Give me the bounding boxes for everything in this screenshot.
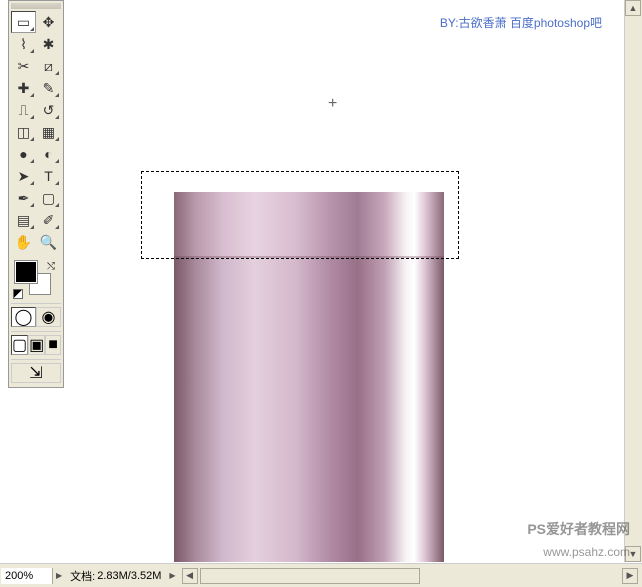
lasso-tool[interactable]: ⌇ [11,33,36,55]
jump-row: ⇲ [11,359,61,383]
jump-to-button[interactable]: ⇲ [11,363,61,383]
blur-tool[interactable]: ● [11,143,36,165]
path-select-tool[interactable]: ➤ [11,165,36,187]
eyedropper-tool[interactable]: ✐ [36,209,61,231]
gradient-tool[interactable]: ▦ [36,121,61,143]
stamp-tool[interactable]: ⎍ [11,99,36,121]
status-menu-right-icon[interactable]: ▶ [167,571,177,580]
doc-value: 2.83M/3.52M [97,570,161,582]
screen-standard-button[interactable]: ▢ [11,335,28,355]
hand-tool[interactable]: ✋ [11,231,36,253]
screen-full-menu-button[interactable]: ▣ [28,335,45,355]
toolbox-grip[interactable] [11,3,61,9]
cursor-crosshair: + [328,95,337,113]
default-colors-icon[interactable] [13,289,23,299]
cylinder-body [174,258,444,562]
toolbox: ▭✥⌇✱✂⧄✚✎⎍↺◫▦●◐➤T✒▢▤✐✋🔍 ⤭ ◯ ◉ ▢ ▣ ■ ⇲ [8,0,64,388]
doc-label: 文档: [70,568,95,584]
marquee-tool[interactable]: ▭ [11,11,36,33]
document-info[interactable]: 文档: 2.83M/3.52M [64,568,167,584]
healing-tool[interactable]: ✚ [11,77,36,99]
crop-tool[interactable]: ✂ [11,55,36,77]
vertical-scrollbar[interactable]: ▲ ▼ [624,0,642,562]
horizontal-scrollbar[interactable]: ◀ ▶ [182,568,638,584]
status-menu-left-icon[interactable]: ▶ [54,571,64,580]
screen-full-button[interactable]: ■ [45,335,61,355]
watermark-title: PS爱好者教程网 [527,519,630,539]
magic-wand-tool[interactable]: ✱ [36,33,61,55]
move-tool[interactable]: ✥ [36,11,61,33]
history-brush-tool[interactable]: ↺ [36,99,61,121]
color-picker: ⤭ [11,259,61,299]
scroll-right-icon[interactable]: ▶ [622,568,638,584]
eraser-tool[interactable]: ◫ [11,121,36,143]
zoom-tool[interactable]: 🔍 [36,231,61,253]
dodge-tool[interactable]: ◐ [36,143,61,165]
scrollbar-thumb[interactable] [200,568,420,584]
standard-mode-button[interactable]: ◯ [11,307,36,327]
type-tool[interactable]: T [36,165,61,187]
scroll-up-icon[interactable]: ▲ [625,0,641,16]
pen-tool[interactable]: ✒ [11,187,36,209]
foreground-color[interactable] [15,261,37,283]
brush-tool[interactable]: ✎ [36,77,61,99]
notes-tool[interactable]: ▤ [11,209,36,231]
quickmask-mode-button[interactable]: ◉ [36,307,61,327]
slice-tool[interactable]: ⧄ [36,55,61,77]
swap-colors-icon[interactable]: ⤭ [47,261,55,272]
status-bar: 200% ▶ 文档: 2.83M/3.52M ▶ ◀ ▶ [0,563,642,587]
canvas-area[interactable]: BY:古欲香萧 百度photoshop吧 + [0,0,642,562]
scroll-left-icon[interactable]: ◀ [182,568,198,584]
zoom-input[interactable]: 200% [1,568,53,584]
watermark-url: www.psahz.com [543,545,630,559]
marquee-selection[interactable] [141,171,459,259]
screenmode-row: ▢ ▣ ■ [11,331,61,355]
quickmask-row: ◯ ◉ [11,303,61,327]
credit-text: BY:古欲香萧 百度photoshop吧 [440,14,602,31]
shape-tool[interactable]: ▢ [36,187,61,209]
